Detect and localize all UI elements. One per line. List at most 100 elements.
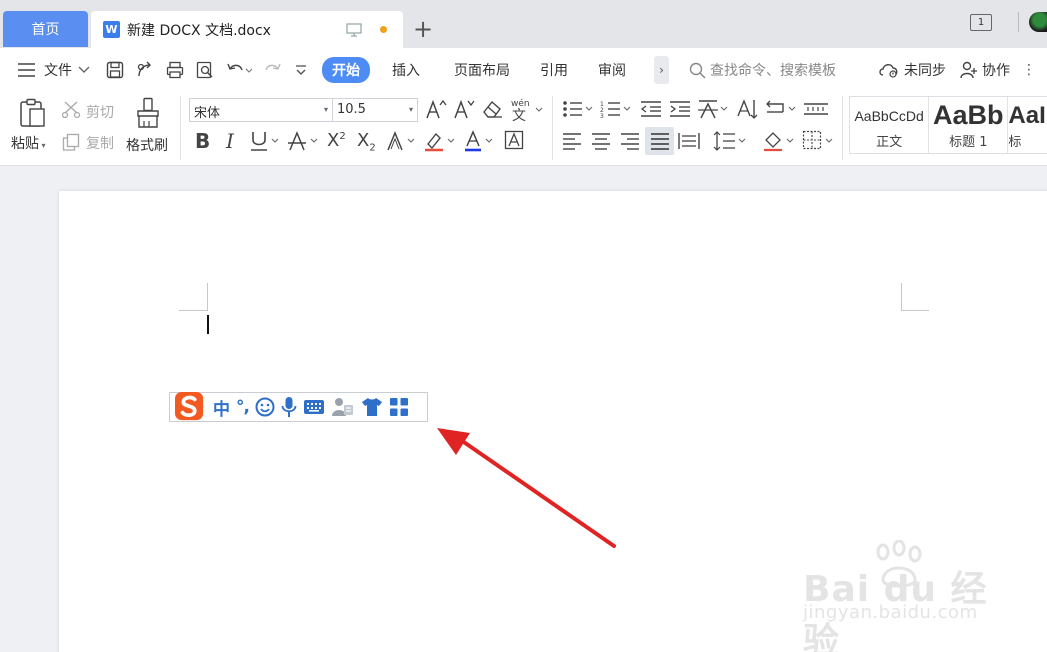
numbered-list-icon[interactable]: 123 [600, 100, 632, 118]
ribbon: 粘贴 ▾ 剪切 复制 格式刷 宋体 ▾ 10.5 ▾ wén 文 B I X2 X2 … [0, 92, 1047, 166]
style-preview-heading-2: AaI [1008, 101, 1046, 129]
pinyin-guide-icon[interactable]: wén文 [510, 96, 544, 122]
svg-text:文: 文 [512, 108, 526, 122]
character-border-icon[interactable] [504, 130, 524, 150]
keyboard-icon[interactable] [303, 398, 325, 416]
shading-icon[interactable] [763, 130, 799, 152]
hamburger-menu-icon[interactable] [18, 63, 36, 77]
font-size-select[interactable]: 10.5 ▾ [332, 98, 418, 122]
align-right-icon[interactable] [620, 132, 640, 150]
collaborate-button[interactable]: 协作 [960, 60, 1010, 80]
document-tab-title: 新建 DOCX 文档.docx [127, 22, 271, 39]
redo-icon[interactable] [264, 61, 282, 79]
cut-label[interactable]: 剪切 [86, 102, 114, 122]
emoji-icon[interactable] [255, 397, 275, 417]
user-skin-icon[interactable] [331, 396, 355, 418]
sogou-ime-toolbar: 中 °, [169, 391, 428, 422]
export-pdf-icon[interactable] [136, 61, 154, 79]
increase-indent-icon[interactable] [669, 100, 691, 118]
copy-icon[interactable] [62, 133, 80, 151]
wps-writer-icon: W [103, 21, 120, 38]
font-name-select[interactable]: 宋体 ▾ [189, 98, 333, 122]
microphone-icon[interactable] [281, 396, 297, 418]
shirt-skin-icon[interactable] [361, 397, 383, 417]
margin-corner-mark [207, 283, 208, 311]
tab-references[interactable]: 引用 [536, 60, 572, 80]
bullet-list-icon[interactable] [562, 100, 594, 118]
tab-document[interactable]: W 新建 DOCX 文档.docx [91, 11, 403, 48]
tab-stops-ruler-icon[interactable] [803, 100, 829, 118]
tab-home-ribbon[interactable]: 开始 [322, 57, 370, 83]
show-hide-marks-icon[interactable] [765, 98, 799, 120]
collab-label: 协作 [982, 63, 1010, 79]
chevron-down-icon[interactable] [78, 66, 90, 74]
tab-home[interactable]: 首页 [3, 11, 88, 47]
underline-icon[interactable] [250, 130, 284, 152]
avatar[interactable] [1029, 12, 1047, 32]
paste-icon[interactable] [18, 98, 46, 128]
more-tabs-arrow-icon[interactable]: › [654, 56, 669, 84]
style-heading-2[interactable]: AaI 标 [1008, 97, 1047, 153]
sync-status[interactable]: 未同步 [878, 60, 946, 80]
print-icon[interactable] [166, 61, 184, 79]
italic-icon[interactable]: I [226, 129, 234, 153]
increase-font-size-icon[interactable] [425, 98, 447, 120]
svg-text:3: 3 [600, 113, 604, 118]
line-spacing-icon[interactable] [713, 130, 749, 152]
clear-formatting-eraser-icon[interactable] [482, 99, 504, 119]
divider [180, 96, 181, 160]
sogou-logo-icon[interactable] [173, 391, 207, 421]
paste-button[interactable]: 粘贴 ▾ [11, 133, 46, 154]
baidu-jingyan-watermark: Bai du 经验 jingyan.baidu.com [803, 540, 1003, 652]
format-painter-icon[interactable] [135, 97, 161, 129]
save-icon[interactable] [106, 61, 124, 79]
ime-chinese-mode[interactable]: 中 [213, 395, 230, 420]
sort-icon[interactable] [736, 98, 758, 120]
undo-icon[interactable] [226, 61, 252, 79]
print-preview-icon[interactable] [196, 61, 214, 79]
bold-icon[interactable]: B [195, 129, 210, 153]
tab-page-layout[interactable]: 页面布局 [450, 60, 514, 80]
divider [842, 96, 843, 160]
justify-button[interactable] [645, 127, 674, 155]
font-color-icon[interactable] [464, 130, 498, 152]
ime-punctuation-mode[interactable]: °, [236, 397, 250, 417]
toolbox-grid-icon[interactable] [389, 397, 409, 417]
superscript-icon[interactable]: X2 [327, 130, 346, 151]
tab-review[interactable]: 审阅 [594, 60, 630, 80]
style-normal[interactable]: AaBbCcDd 正文 [850, 97, 930, 153]
align-left-icon[interactable] [562, 132, 582, 150]
unsaved-dot-icon [380, 26, 387, 33]
tab-bar: 首页 W 新建 DOCX 文档.docx + 1 [0, 0, 1047, 48]
decrease-font-size-icon[interactable] [453, 98, 475, 120]
customize-toolbar-icon[interactable] [294, 63, 308, 77]
style-heading-1[interactable]: AaBb 标题 1 [929, 97, 1009, 153]
margin-corner-mark [179, 310, 207, 311]
chinese-layout-icon[interactable] [697, 98, 731, 120]
decrease-indent-icon[interactable] [640, 100, 662, 118]
borders-icon[interactable] [802, 130, 838, 152]
distributed-align-icon[interactable] [678, 132, 700, 150]
format-painter-label[interactable]: 格式刷 [126, 135, 168, 155]
cloud-sync-icon [879, 64, 898, 78]
command-search[interactable]: 查找命令、搜索模板 [689, 60, 836, 80]
user-add-icon [960, 61, 977, 79]
subscript-icon[interactable]: X2 [357, 130, 376, 154]
monitor-icon[interactable] [346, 22, 362, 37]
cut-icon[interactable] [62, 100, 82, 118]
strikethrough-icon[interactable] [288, 130, 322, 152]
divider [1018, 12, 1019, 32]
chevron-down-icon: ▾ [408, 105, 413, 114]
text-effects-icon[interactable] [386, 130, 420, 152]
window-count-icon[interactable]: 1 [970, 13, 992, 31]
highlight-icon[interactable] [424, 130, 460, 152]
new-tab-plus-icon[interactable]: + [413, 17, 433, 41]
text-cursor [207, 315, 209, 334]
search-placeholder: 查找命令、搜索模板 [710, 63, 836, 79]
file-menu[interactable]: 文件 [44, 60, 72, 80]
more-options-icon[interactable]: ⋮ [1022, 62, 1036, 78]
align-center-icon[interactable] [591, 132, 611, 150]
copy-label[interactable]: 复制 [86, 133, 114, 153]
tab-insert[interactable]: 插入 [388, 60, 424, 80]
margin-corner-mark [901, 283, 902, 311]
